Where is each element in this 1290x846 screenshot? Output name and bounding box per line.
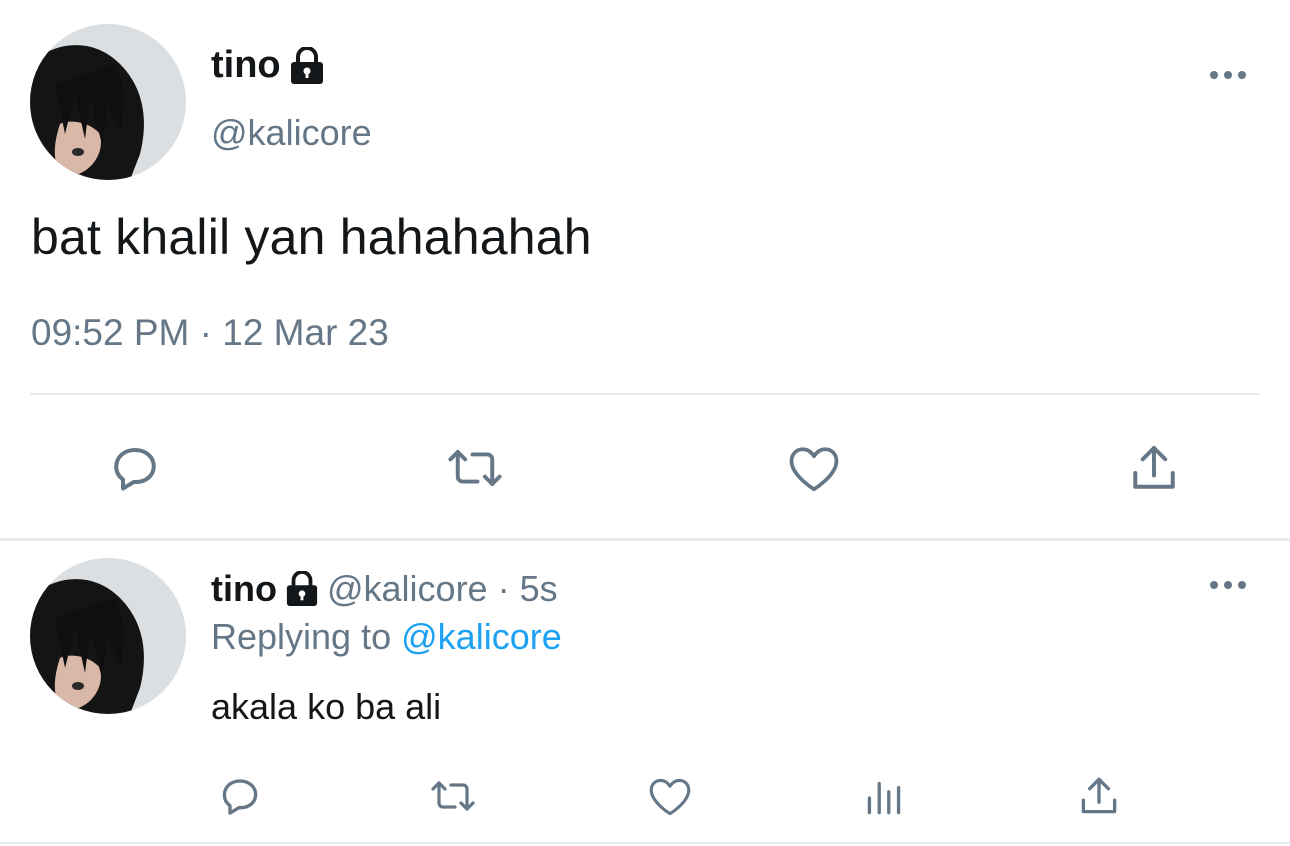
- like-icon[interactable]: [644, 770, 696, 822]
- author-handle-time[interactable]: @kalicore · 5s: [327, 568, 558, 610]
- more-icon[interactable]: [1206, 570, 1250, 600]
- reply-icon[interactable]: [103, 436, 167, 500]
- like-icon[interactable]: [782, 436, 846, 500]
- reply-icon[interactable]: [214, 770, 266, 822]
- avatar-image: [30, 24, 186, 180]
- lock-icon: [289, 46, 325, 85]
- divider: [30, 393, 1260, 395]
- avatar-image: [30, 558, 186, 714]
- tweet-text: akala ko ba ali: [211, 686, 442, 727]
- tweet-timestamp[interactable]: 09:52 PM · 12 Mar 23: [31, 312, 389, 354]
- replying-to: Replying to @kalicore: [211, 616, 562, 658]
- analytics-icon[interactable]: [858, 770, 910, 822]
- divider: [0, 842, 1290, 844]
- more-icon[interactable]: [1206, 60, 1250, 90]
- retweet-icon[interactable]: [427, 770, 479, 822]
- replying-handle-link[interactable]: @kalicore: [401, 616, 562, 657]
- share-icon[interactable]: [1122, 436, 1186, 500]
- avatar[interactable]: [30, 24, 186, 180]
- author-name-row: tino: [211, 44, 325, 87]
- author-name[interactable]: tino: [211, 568, 277, 610]
- avatar[interactable]: [30, 558, 186, 714]
- lock-icon: [285, 571, 319, 607]
- tweet-text: bat khalil yan hahahahah: [31, 209, 592, 265]
- divider: [0, 538, 1290, 541]
- author-handle[interactable]: @kalicore: [211, 112, 372, 154]
- replying-prefix: Replying to: [211, 616, 392, 657]
- author-name[interactable]: tino: [211, 44, 281, 87]
- retweet-icon[interactable]: [443, 436, 507, 500]
- reply-header: tino @kalicore · 5s: [211, 568, 558, 610]
- share-icon[interactable]: [1073, 770, 1125, 822]
